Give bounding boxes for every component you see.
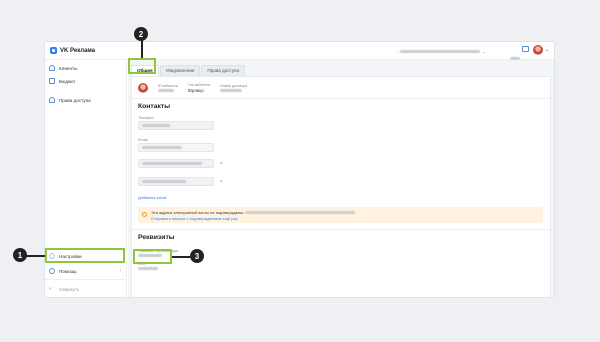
close-icon[interactable]: × xyxy=(220,161,223,167)
vk-logo-icon xyxy=(50,47,57,54)
callout-2: 2 xyxy=(134,27,148,41)
tab-label: Права доступа xyxy=(207,68,240,73)
contract-number: Номер договора xyxy=(219,84,248,92)
account-type: Тип кабинета Юрлицо xyxy=(188,83,210,93)
sidebar-item-label: Бюджет xyxy=(59,78,76,84)
callout-3: 3 xyxy=(190,249,204,263)
tab-access-rights[interactable]: Права доступа xyxy=(201,65,246,76)
phone-label: Телефон xyxy=(138,116,154,120)
sidebar-item-budget[interactable]: Бюджет xyxy=(49,76,125,86)
main-content: Общие Уведомления Права доступа ID кабин… xyxy=(128,60,554,297)
account-type-value: Юрлицо xyxy=(187,88,204,93)
callout-connector xyxy=(26,255,45,257)
sidebar-item-label: Помощь xyxy=(59,268,77,274)
email-field[interactable] xyxy=(138,143,214,152)
sidebar-collapse[interactable]: « Свернуть xyxy=(49,284,125,294)
tab-label: Уведомления xyxy=(165,68,195,73)
folder-icon[interactable] xyxy=(522,46,529,52)
add-email-link[interactable]: Добавить email xyxy=(138,195,166,200)
account-icon: ◦ xyxy=(397,48,399,54)
sidebar-item-label: Свернуть xyxy=(59,286,80,292)
inn-redacted xyxy=(138,267,158,270)
tab-notifications[interactable]: Уведомления xyxy=(159,65,201,76)
people-icon xyxy=(49,97,55,103)
logo-text: VK Реклама xyxy=(60,47,96,54)
phone-field[interactable] xyxy=(138,121,214,130)
unconfirmed-email-warning: Эти адреса электронной почты не подтверж… xyxy=(138,207,543,223)
requisites-title: Реквизиты xyxy=(138,234,175,241)
highlight-requisites xyxy=(133,249,172,264)
wallet-icon xyxy=(49,78,55,84)
account-id: ID кабинета xyxy=(158,84,178,92)
contract-number-label: Номер договора xyxy=(219,84,248,88)
callout-1: 1 xyxy=(13,248,27,262)
contract-number-redacted xyxy=(219,89,242,92)
divider xyxy=(132,98,550,99)
warning-icon xyxy=(142,212,147,217)
chevron-right-icon: › xyxy=(119,268,121,274)
account-summary: ID кабинета Тип кабинета Юрлицо Номер до… xyxy=(138,81,247,95)
account-id-label: ID кабинета xyxy=(158,84,178,88)
user-avatar[interactable] xyxy=(533,45,543,55)
sidebar-item-access[interactable]: Права доступа xyxy=(49,95,125,105)
top-bar: VK Реклама ◦ ⌄ ⌄ xyxy=(45,42,554,60)
account-selector[interactable]: ◦ ⌄ xyxy=(397,47,497,55)
sidebar-item-label: Клиенты xyxy=(59,65,78,71)
avatar xyxy=(138,83,148,93)
account-id-redacted xyxy=(158,89,174,92)
account-name-redacted xyxy=(400,49,481,53)
callout-connector xyxy=(172,256,190,258)
chevron-down-icon: ⌄ xyxy=(482,48,486,54)
collapse-icon: « xyxy=(49,286,52,292)
divider xyxy=(45,279,127,280)
users-icon xyxy=(49,65,55,71)
account-type-label: Тип кабинета xyxy=(187,83,210,87)
resend-confirmation-link[interactable]: Отправить письмо с подтверждением ещё ра… xyxy=(151,216,237,221)
settings-card: ID кабинета Тип кабинета Юрлицо Номер до… xyxy=(131,76,551,297)
extra-email-field[interactable] xyxy=(138,177,214,186)
highlight-tab-general xyxy=(128,58,156,74)
chevron-down-icon[interactable]: ⌄ xyxy=(545,47,549,53)
warning-text: Эти адреса электронной почты не подтверж… xyxy=(151,210,356,215)
callout-connector xyxy=(141,40,143,58)
help-icon xyxy=(49,268,55,274)
contacts-title: Контакты xyxy=(138,103,171,110)
sidebar-item-label: Права доступа xyxy=(59,97,91,103)
divider xyxy=(132,229,550,230)
sidebar-item-help[interactable]: Помощь › xyxy=(49,266,125,276)
close-icon[interactable]: × xyxy=(220,179,223,185)
extra-email-field[interactable] xyxy=(138,159,214,168)
sidebar-item-clients[interactable]: Клиенты xyxy=(49,63,125,73)
email-label: Email xyxy=(138,138,148,142)
logo[interactable]: VK Реклама xyxy=(50,47,95,54)
highlight-settings xyxy=(45,248,125,263)
